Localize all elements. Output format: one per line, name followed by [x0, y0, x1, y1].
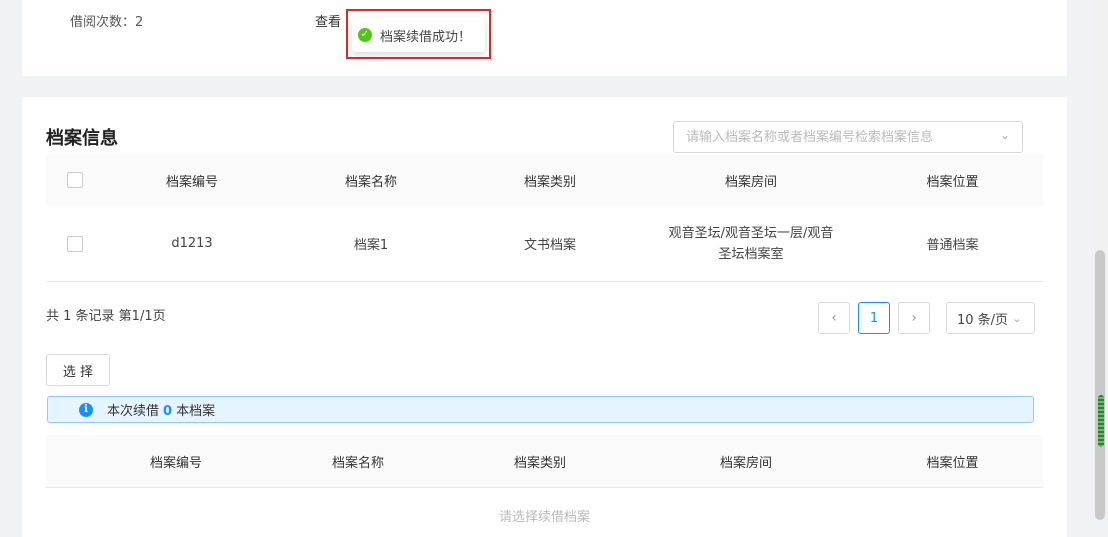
column-header: 档案房间: [719, 455, 772, 471]
prev-page-button[interactable]: ‹: [818, 302, 850, 334]
info-icon: i: [79, 402, 93, 417]
row-checkbox[interactable]: [67, 236, 83, 252]
borrow-count-value: 2: [135, 15, 144, 30]
renew-info-alert: i 本次续借 0 本档案: [47, 396, 1034, 423]
scrollbar-thumb[interactable]: [1095, 250, 1105, 520]
renew-info-text: 本次续借 0 本档案: [107, 400, 215, 419]
success-toast: ✓ 档案续借成功！: [352, 18, 485, 52]
select-archive-button[interactable]: 选 择: [46, 354, 110, 386]
renew-info-suffix: 本档案: [176, 404, 216, 419]
select-all-checkbox[interactable]: [67, 172, 83, 188]
chevron-down-icon[interactable]: ⌄: [1000, 128, 1010, 142]
empty-placeholder: 请选择续借档案: [498, 510, 590, 525]
page-number-button[interactable]: 1: [858, 302, 890, 334]
column-header: 档案名称: [331, 455, 384, 471]
next-page-button[interactable]: ›: [898, 302, 930, 334]
renew-info-prefix: 本次续借: [107, 404, 160, 419]
column-header: 档案名称: [344, 174, 397, 190]
check-circle-icon: ✓: [358, 28, 372, 42]
toast-message: 档案续借成功！: [380, 29, 472, 45]
borrow-summary-card: [22, 0, 1067, 76]
archive-room-line: 观音圣坛/观音圣坛一层/观音: [668, 225, 834, 241]
chevron-left-icon: ‹: [831, 310, 837, 326]
column-header: 档案类别: [513, 455, 566, 471]
column-header: 档案编号: [149, 455, 202, 471]
table-row[interactable]: d1213 档案1 文书档案 观音圣坛/观音圣坛一层/观音 圣坛档案室 普通档案: [46, 206, 1043, 282]
column-header: 档案类别: [523, 174, 576, 190]
column-header: 档案位置: [926, 455, 979, 471]
chevron-right-icon: ›: [911, 310, 917, 326]
column-header: 档案房间: [724, 174, 777, 190]
borrow-count: 借阅次数：2: [70, 11, 143, 30]
archive-room: 观音圣坛/观音圣坛一层/观音 圣坛档案室: [640, 206, 862, 281]
column-header: 档案编号: [165, 174, 218, 190]
renew-table-header: 档案编号 档案名称 档案类别 档案房间 档案位置: [46, 435, 1043, 488]
archive-code: d1213: [171, 236, 213, 251]
archive-table-header: 档案编号 档案名称 档案类别 档案房间 档案位置: [46, 154, 1043, 207]
renew-count: 0: [163, 404, 173, 419]
archive-search-select[interactable]: ⌄: [673, 121, 1023, 153]
search-input[interactable]: [674, 122, 986, 152]
page-title: 档案信息: [46, 128, 118, 149]
scrollbar-grip[interactable]: [1098, 395, 1104, 447]
pagination-total: 共 1 条记录 第1/1页: [46, 309, 166, 324]
chevron-down-icon: ⌄: [1012, 311, 1022, 325]
column-header: 档案位置: [926, 174, 979, 190]
archive-location: 普通档案: [926, 238, 979, 253]
archive-name: 档案1: [353, 238, 389, 253]
archive-category: 文书档案: [523, 238, 576, 253]
view-label: 查看: [315, 15, 342, 30]
borrow-count-label: 借阅次数：: [70, 15, 136, 30]
page-size-select[interactable]: 10 条/页 ⌄: [946, 302, 1035, 334]
archive-room-line: 圣坛档案室: [718, 246, 784, 262]
page-size-value: 10 条/页: [957, 312, 1009, 328]
